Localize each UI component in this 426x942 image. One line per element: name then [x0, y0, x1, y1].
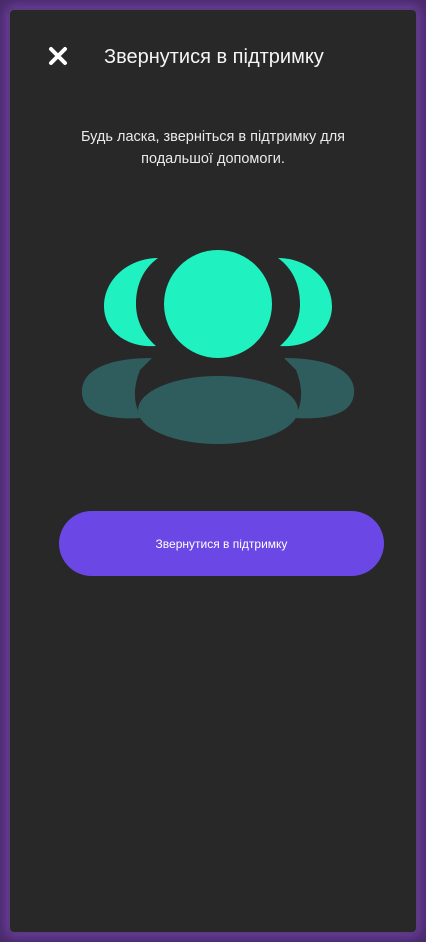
support-screen: Звернутися в підтримку Будь ласка, зверн…	[8, 8, 418, 934]
left-head-shape	[104, 258, 158, 347]
contact-support-button[interactable]: Звернутися в підтримку	[59, 511, 384, 576]
header: Звернутися в підтримку	[8, 34, 418, 82]
close-button[interactable]	[44, 42, 72, 70]
right-head-shape	[278, 258, 332, 347]
center-body-shape	[138, 376, 298, 444]
support-group-icon	[78, 244, 358, 460]
device-frame: Звернутися в підтримку Будь ласка, зверн…	[0, 0, 426, 942]
close-icon	[49, 47, 67, 65]
support-message: Будь ласка, зверніться в підтримку для п…	[80, 129, 346, 167]
center-head-shape	[164, 250, 272, 358]
page-title: Звернутися в підтримку	[104, 46, 324, 68]
